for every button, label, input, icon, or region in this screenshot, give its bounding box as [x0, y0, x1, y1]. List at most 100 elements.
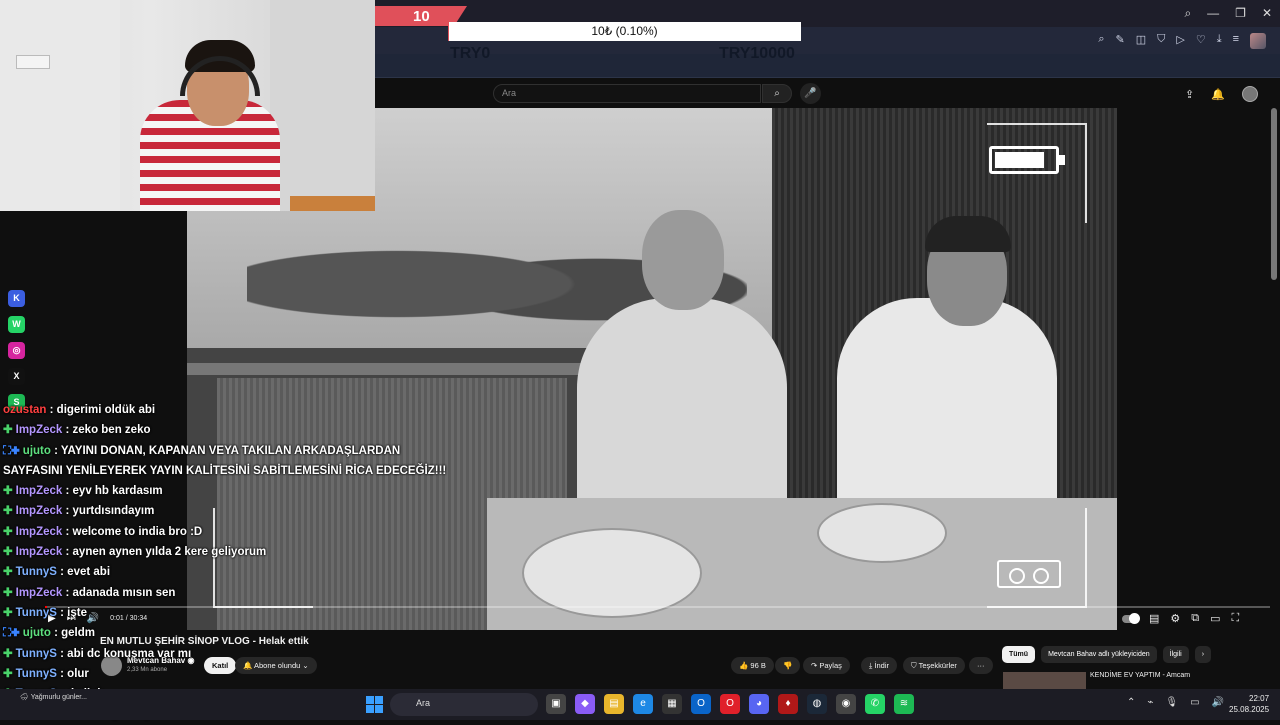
close-button[interactable]: ✕ [1262, 6, 1272, 21]
screenshot-icon[interactable]: ◫ [1136, 33, 1146, 49]
whatsapp-taskbar-icon[interactable]: ✆ [865, 694, 885, 714]
chat-text: : olur [60, 667, 89, 680]
minimize-button[interactable]: — [1207, 6, 1219, 21]
recommended-video-title[interactable]: KENDİME EV YAPTIM - Amcam [1090, 672, 1190, 679]
more-actions-button[interactable]: ··· [969, 657, 993, 674]
chat-username[interactable]: ImpZeck [16, 546, 66, 558]
chat-message: ✚ ImpZeck : aynen aynen yılda 2 kere geli… [3, 542, 433, 562]
notifications-icon[interactable]: 🔔 [1211, 88, 1225, 101]
steam-icon[interactable]: ◍ [807, 694, 827, 714]
system-tray: ⌃ ⌁ 🎙 ▭ 🔊 [1127, 697, 1224, 708]
profile-icon[interactable] [1250, 33, 1266, 49]
chat-message: ✚ ImpZeck : yurtdısındayım [3, 501, 433, 521]
chat-message: ⛶✚ ujuto : geldm [3, 623, 433, 643]
download-button[interactable]: ⤓ İndir [861, 657, 897, 674]
subtitles-button[interactable]: ▤ [1149, 612, 1159, 625]
shield-icon[interactable]: ⛉ [1157, 33, 1165, 49]
miniplayer-button[interactable]: ⧉ [1191, 612, 1199, 625]
chip-uploader[interactable]: Mevtcan Bahav adlı yükleyiciden [1041, 646, 1157, 663]
chat-message: ✚ ImpZeck : eyv hb kardasım [3, 481, 433, 501]
microphone-icon[interactable]: 🎙 [1165, 697, 1178, 708]
chat-username[interactable]: TunnyS [16, 668, 61, 680]
discord-icon[interactable]: ◕ [749, 694, 769, 714]
chip-all[interactable]: Tümü [1002, 646, 1036, 663]
chat-username[interactable]: ImpZeck [16, 505, 66, 517]
chat-username[interactable]: TunnyS [16, 566, 61, 578]
donation-goal-fill [448, 22, 450, 41]
youtube-search-button[interactable]: ⌕ [762, 84, 792, 103]
chat-badge-icon: ✚ [3, 424, 13, 437]
chat-username[interactable]: ImpZeck [16, 587, 66, 599]
outlook-icon[interactable]: O [691, 694, 711, 714]
youtube-search-input[interactable]: Ara [493, 84, 761, 103]
video-person-tank-top [837, 298, 1057, 508]
store-icon[interactable]: ▦ [662, 694, 682, 714]
webcam-window [270, 0, 375, 211]
tray-overflow-icon[interactable]: ⌃ [1127, 697, 1135, 708]
chat-username[interactable]: ImpZeck [16, 526, 66, 538]
chat-username[interactable]: TunnyS [16, 648, 61, 660]
x-icon[interactable]: X [8, 368, 25, 385]
play-icon[interactable]: ▷ [1176, 33, 1184, 49]
menu-icon[interactable]: ≡ [1233, 33, 1239, 49]
chat-username[interactable]: ImpZeck [16, 485, 66, 497]
start-button[interactable] [366, 696, 383, 713]
task-view-icon[interactable]: ▣ [546, 694, 566, 714]
volume-icon[interactable]: 🔊 [1212, 697, 1224, 708]
chat-text: SAYFASINI YENİLEYEREK YAYIN KALİTESİNİ S… [3, 464, 447, 477]
fullscreen-button[interactable]: ⛶ [1232, 612, 1240, 625]
chat-username[interactable]: ujuto [23, 627, 54, 639]
chat-username[interactable]: ozustan [3, 404, 50, 416]
download-icon[interactable]: ⤓ [1217, 33, 1222, 49]
browser-search-icon[interactable]: ⌕ [1184, 6, 1191, 21]
chat-text: : aynen aynen yılda 2 kere geliyorum [65, 546, 267, 559]
display-icon[interactable]: ▭ [1190, 697, 1199, 708]
chat-badge-icon: ✚ [3, 525, 13, 538]
edge-icon[interactable]: e [633, 694, 653, 714]
copilot-icon[interactable]: ◆ [575, 694, 595, 714]
opera-icon[interactable]: O [720, 694, 740, 714]
chat-text: : yurtdısındayım [65, 505, 155, 518]
window-controls: ⌕ — ❐ ✕ [1184, 6, 1272, 21]
autoplay-toggle[interactable] [1122, 613, 1140, 624]
kick-icon[interactable]: K [8, 290, 25, 307]
edit-icon[interactable]: ✎ [1115, 33, 1124, 49]
heart-icon[interactable]: ♡ [1196, 33, 1206, 49]
file-explorer-icon[interactable]: ▤ [604, 694, 624, 714]
network-icon[interactable]: ⌁ [1147, 697, 1153, 708]
red-app-icon[interactable]: ♦ [778, 694, 798, 714]
chat-username[interactable]: ujuto [23, 445, 54, 457]
chat-username[interactable]: ImpZeck [16, 424, 66, 436]
upload-icon[interactable]: ⇪ [1185, 88, 1194, 101]
like-button[interactable]: 👍 96 B [731, 657, 774, 674]
thanks-button[interactable]: ⛉ Teşekkürler [903, 657, 965, 674]
settings-button[interactable]: ⚙ [1170, 612, 1180, 625]
dislike-button[interactable]: 👎 [775, 657, 801, 674]
chat-badge-icon: ✚ [3, 667, 13, 680]
chat-badge-icon: ✚ [3, 586, 13, 599]
zoom-icon[interactable]: ⌕ [1098, 33, 1104, 49]
chat-message: ✚ TunnyS : abi dc konuşma var mı [3, 644, 433, 664]
chat-username[interactable]: TunnyS [16, 607, 61, 619]
webcam-desk [290, 196, 375, 211]
chip-related[interactable]: İlgili [1162, 646, 1189, 663]
chat-text: : adanada mısın sen [65, 586, 176, 599]
cassette-icon [997, 560, 1061, 588]
instagram-icon[interactable]: ◎ [8, 342, 25, 359]
restore-button[interactable]: ❐ [1235, 6, 1246, 21]
taskbar-clock[interactable]: 22:07 25.08.2025 [1229, 693, 1269, 715]
weather-widget[interactable]: 🌧 Yağmurlu günler... [20, 693, 87, 701]
spotify-taskbar-icon[interactable]: ≋ [894, 694, 914, 714]
page-scrollbar[interactable] [1271, 108, 1277, 280]
share-button[interactable]: ↷ Paylaş [803, 657, 850, 674]
account-avatar[interactable] [1241, 86, 1258, 102]
recommended-video-thumbnail[interactable] [1003, 672, 1086, 690]
chip-next-arrow[interactable]: › [1194, 646, 1212, 663]
voice-search-button[interactable]: 🎤 [800, 83, 821, 104]
webcam-socket [16, 55, 50, 69]
taskbar-search[interactable]: Ara [390, 693, 538, 716]
chrome-icon[interactable]: ◉ [836, 694, 856, 714]
whatsapp-icon[interactable]: W [8, 316, 25, 333]
video-plate-2 [817, 503, 947, 563]
theater-button[interactable]: ▭ [1210, 612, 1220, 625]
